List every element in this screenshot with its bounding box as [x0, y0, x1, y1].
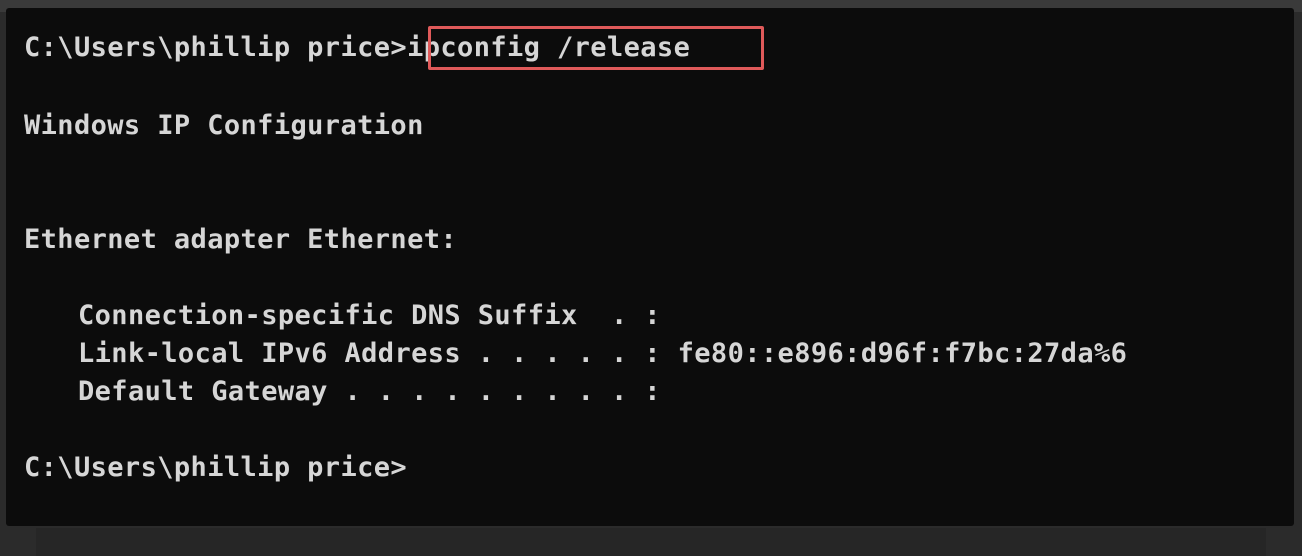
dns-suffix-label: Connection-specific DNS Suffix . :	[78, 300, 661, 331]
ipv6-address-row: Link-local IPv6 Address . . . . . : fe80…	[78, 338, 1127, 370]
default-gateway-row: Default Gateway . . . . . . . . . :	[78, 376, 661, 408]
dns-suffix-row: Connection-specific DNS Suffix . :	[78, 300, 661, 332]
terminal-window[interactable]: C:\Users\phillip price>ipconfig /release…	[6, 8, 1294, 526]
command-highlight-box	[428, 26, 764, 70]
prompt-text: C:\Users\phillip price>	[24, 32, 408, 63]
ip-config-header: Windows IP Configuration	[24, 110, 424, 141]
default-gateway-label: Default Gateway . . . . . . . . . :	[78, 376, 661, 407]
ipv6-address-value: fe80::e896:d96f:f7bc:27da%6	[660, 338, 1128, 369]
adapter-title: Ethernet adapter Ethernet:	[24, 224, 458, 255]
prompt-line-2: C:\Users\phillip price>	[24, 452, 408, 483]
bottom-strip	[36, 528, 1266, 556]
ipv6-address-label: Link-local IPv6 Address . . . . . :	[78, 338, 661, 369]
screenshot-page: C:\Users\phillip price>ipconfig /release…	[0, 0, 1302, 556]
